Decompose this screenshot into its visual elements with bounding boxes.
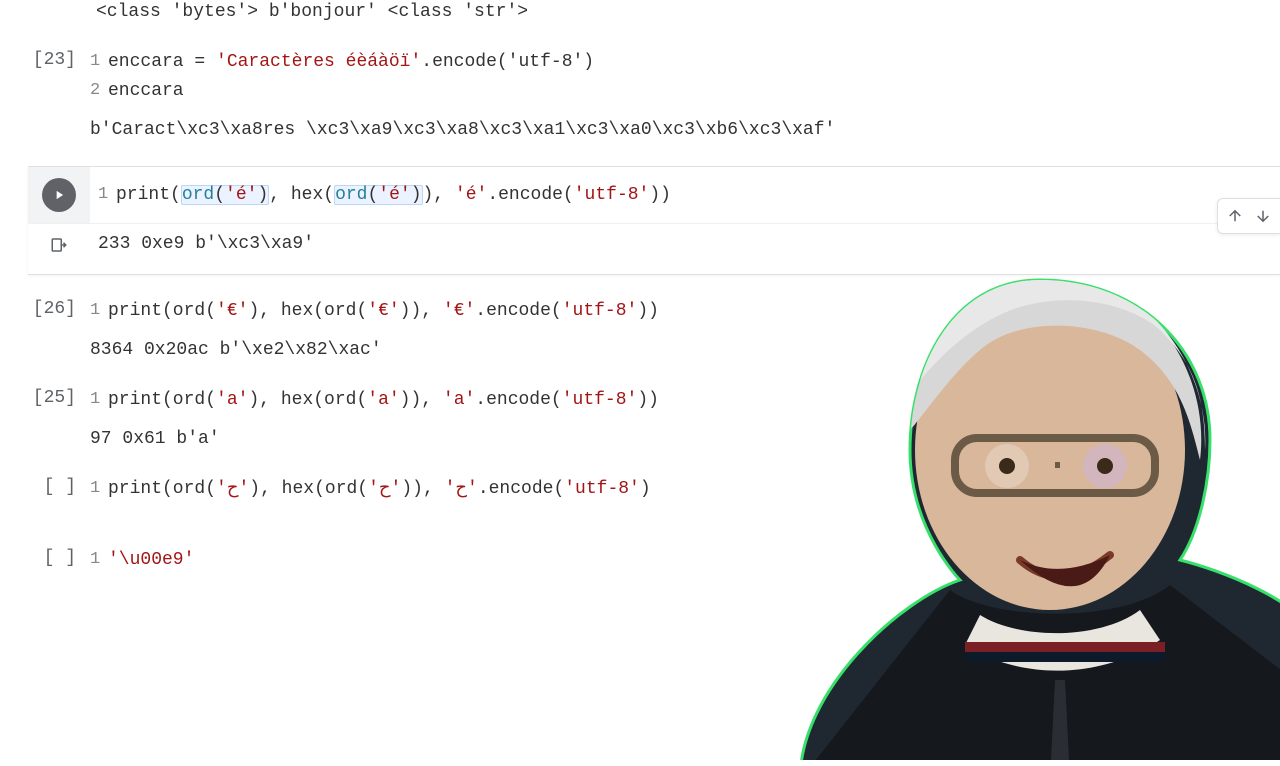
exec-count-empty: [ ] [0,546,90,568]
cell-nav-toolbar [1217,198,1280,234]
line-number: 1 [90,386,108,413]
output-23: b'Caract\xc3\xa8res \xc3\xa9\xc3\xa8\xc3… [0,114,1280,158]
code-text[interactable]: enccara [108,77,184,106]
line-number: 2 [90,77,108,104]
code-cell-25[interactable]: [25] 1 print(ord('a'), hex(ord('a')), 'a… [0,378,1280,423]
line-number: 1 [90,546,108,573]
exec-count-empty: [ ] [0,475,90,497]
code-cell-unrun-2[interactable]: [ ] 1 '\u00e9' [0,538,1280,583]
code-text[interactable]: '\u00e9' [108,546,194,575]
output-active: 233 0xe9 b'\xc3\xa9' [28,223,1280,274]
code-text[interactable]: enccara = 'Caractères éèáàöï'.encode('ut… [108,48,594,77]
line-number: 1 [90,297,108,324]
code-text[interactable]: print(ord('a'), hex(ord('a')), 'a'.encod… [108,386,659,415]
code-cell-23[interactable]: [23] 1 enccara = 'Caractères éèáàöï'.enc… [0,40,1280,114]
output-26: 8364 0x20ac b'\xe2\x82\xac' [0,334,1280,378]
output-25: 97 0x61 b'a' [0,423,1280,467]
output-collapse-icon[interactable] [50,236,68,260]
code-cell-26[interactable]: [26] 1 print(ord('€'), hex(ord('€')), '€… [0,289,1280,334]
move-cell-down-icon[interactable] [1252,205,1274,227]
exec-count-25: [25] [0,386,90,408]
run-cell-button[interactable] [42,178,76,212]
line-number: 1 [90,48,108,75]
code-text[interactable]: print(ord('€'), hex(ord('€')), '€'.encod… [108,297,659,326]
code-text[interactable]: print(ord('ح'), hex(ord('ح')), 'ح'.encod… [108,475,651,504]
move-cell-up-icon[interactable] [1224,205,1246,227]
exec-count-23: [23] [0,48,90,70]
line-number: 1 [90,475,108,502]
notebook: <class 'bytes'> b'bonjour' <class 'str'>… [0,0,1280,583]
code-text[interactable]: print(ord('é'), hex(ord('é')), 'é'.encod… [116,181,671,210]
exec-count-26: [26] [0,297,90,319]
code-cell-active[interactable]: 1 print(ord('é'), hex(ord('é')), 'é'.enc… [28,166,1280,276]
line-number: 1 [98,181,116,208]
code-cell-unrun-1[interactable]: [ ] 1 print(ord('ح'), hex(ord('ح')), 'ح'… [0,467,1280,512]
previous-cell-output: <class 'bytes'> b'bonjour' <class 'str'> [0,0,1280,40]
